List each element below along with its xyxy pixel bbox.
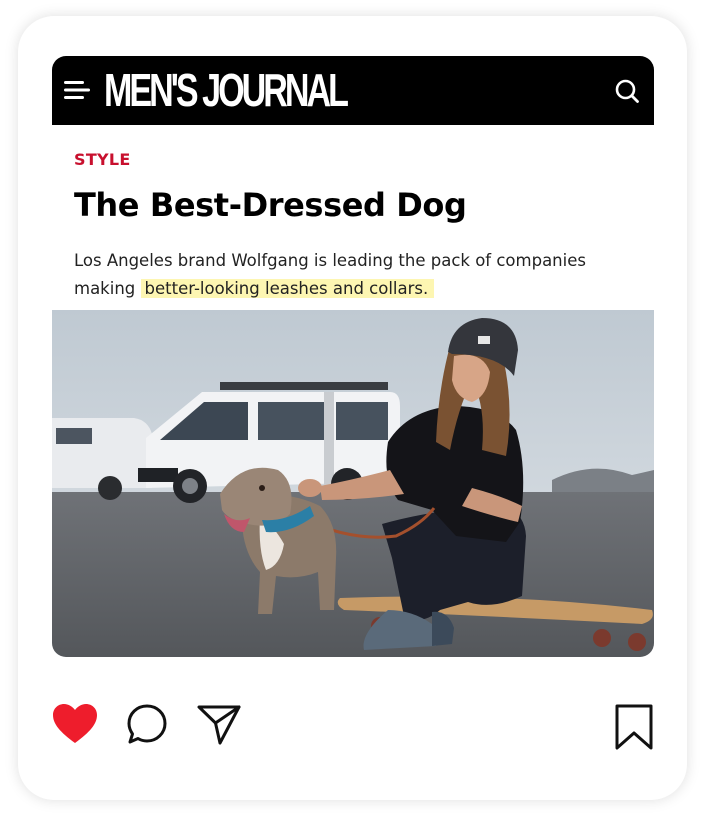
menu-icon[interactable] [62,78,92,102]
article-headline[interactable]: The Best-Dressed Dog [74,186,467,224]
comment-icon[interactable] [126,703,168,747]
article-preview[interactable]: MEN'S JOURNAL STYLE The Best-Dressed Dog… [52,56,654,657]
article-photo[interactable] [52,310,654,657]
send-icon[interactable] [196,703,242,747]
bookmark-icon[interactable] [613,703,655,751]
site-header: MEN'S JOURNAL [52,56,654,125]
article-category[interactable]: STYLE [74,150,131,169]
heart-icon[interactable] [52,703,98,747]
article-dek: Los Angeles brand Wolfgang is leading th… [74,247,644,303]
dek-highlight: better-looking leashes and collars. [140,279,435,298]
site-logo[interactable]: MEN'S JOURNAL [104,64,349,116]
search-icon[interactable] [614,78,640,104]
